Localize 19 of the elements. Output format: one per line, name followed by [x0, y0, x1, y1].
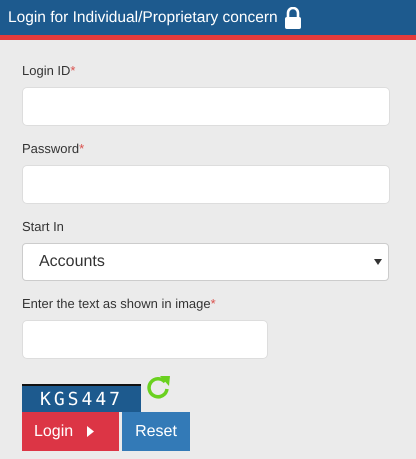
lock-icon — [284, 6, 302, 28]
input-field[interactable] — [22, 165, 390, 204]
field-label: Start In — [22, 219, 64, 234]
input-field[interactable] — [22, 320, 268, 359]
required-mark: * — [79, 141, 84, 156]
required-mark: * — [210, 296, 216, 311]
refresh-icon[interactable] — [145, 374, 171, 400]
field-label: Password — [22, 141, 80, 156]
login-button[interactable]: Login — [22, 412, 119, 451]
caret-icon — [87, 426, 94, 437]
field-label: Login ID — [22, 63, 70, 78]
input-field[interactable] — [22, 87, 390, 126]
caret-icon — [374, 259, 382, 265]
captcha-image: KGS447 — [22, 384, 141, 412]
select-field[interactable]: Accounts — [22, 243, 389, 281]
required-mark: * — [70, 63, 76, 78]
field-label: Enter the text as shown in image — [22, 296, 211, 311]
page-title: Login for Individual/Proprietary concern — [8, 8, 278, 26]
reset-button[interactable]: Reset — [122, 412, 190, 451]
